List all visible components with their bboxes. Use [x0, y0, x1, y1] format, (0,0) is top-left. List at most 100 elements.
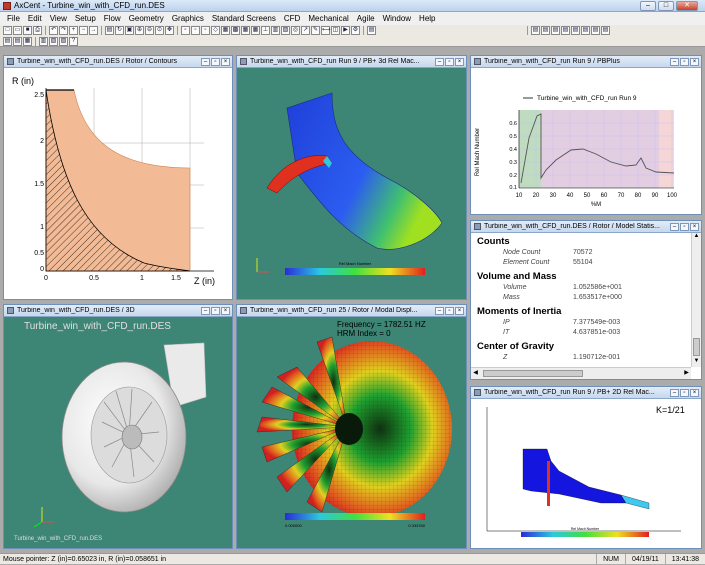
color-map-icon[interactable]: ▨	[281, 26, 290, 35]
undo-icon[interactable]: ↶	[49, 26, 58, 35]
scroll-thumb[interactable]	[693, 338, 700, 356]
section-icon[interactable]: ◫	[331, 26, 340, 35]
save-icon[interactable]: ■	[23, 26, 32, 35]
view-top-icon[interactable]: ▫	[201, 26, 210, 35]
restore-icon[interactable]: ▫	[445, 57, 454, 66]
arrange-icon[interactable]: ▨	[59, 36, 68, 46]
select-icon[interactable]: ▣	[125, 26, 134, 35]
window-layout-7-icon[interactable]: ▤	[591, 26, 600, 35]
contours-window[interactable]: Turbine_win_with_CFD_run.DES / Rotor / C…	[3, 55, 233, 300]
restore-icon[interactable]: ▫	[680, 222, 689, 231]
window-titlebar[interactable]: Turbine_win_with_CFD_run 25 / Rotor / Mo…	[237, 305, 466, 317]
menu-help[interactable]: Help	[415, 14, 439, 23]
rel-mach-3d-window[interactable]: Turbine_win_with_CFD_run Run 9 / PB+ 3d …	[236, 55, 467, 300]
scroll-up-icon[interactable]: ▲	[692, 233, 701, 242]
window-layout-5-icon[interactable]: ▤	[571, 26, 580, 35]
open-folder-icon[interactable]: ▭	[13, 26, 22, 35]
minimize-icon[interactable]: –	[201, 57, 210, 66]
arrow-right-icon[interactable]: →	[89, 26, 98, 35]
output-icon[interactable]: ▤	[13, 36, 22, 46]
restore-icon[interactable]: ▫	[680, 388, 689, 397]
window-layout-6-icon[interactable]: ▤	[581, 26, 590, 35]
menu-standard-screens[interactable]: Standard Screens	[208, 14, 280, 23]
scroll-right-icon[interactable]: ▶	[682, 368, 691, 379]
vertical-scrollbar[interactable]: ▲ ▼	[691, 233, 701, 367]
pbplus-window[interactable]: Turbine_win_with_CFD_run Run 9 / PBPlus –…	[470, 55, 702, 215]
window-titlebar[interactable]: Turbine_win_with_CFD_run.DES / Rotor / M…	[471, 221, 701, 233]
settings-icon[interactable]: ⚙	[351, 26, 360, 35]
axes-icon[interactable]: ⊥	[261, 26, 270, 35]
restore-icon[interactable]: ▫	[680, 57, 689, 66]
close-icon[interactable]: ×	[690, 222, 699, 231]
menu-window[interactable]: Window	[379, 14, 415, 23]
tile-icon[interactable]: ▥	[39, 36, 48, 46]
add-icon[interactable]: +	[69, 26, 78, 35]
window-titlebar[interactable]: Turbine_win_with_CFD_run Run 9 / PB+ 3d …	[237, 56, 466, 68]
tree-view-icon[interactable]: ▤	[3, 36, 12, 46]
view-iso-icon[interactable]: ◇	[211, 26, 220, 35]
minimize-icon[interactable]: –	[670, 222, 679, 231]
zoom-out-icon[interactable]: ⊖	[145, 26, 154, 35]
shaded-icon[interactable]: ▩	[231, 26, 240, 35]
close-icon[interactable]: ×	[690, 388, 699, 397]
measure-icon[interactable]: ⟷	[321, 26, 331, 35]
minimize-icon[interactable]: –	[670, 57, 679, 66]
menu-setup[interactable]: Setup	[71, 14, 100, 23]
scroll-left-icon[interactable]: ◀	[471, 368, 480, 379]
zoom-fit-icon[interactable]: ⊙	[155, 26, 164, 35]
export-image-icon[interactable]: ▤	[367, 26, 376, 35]
menu-edit[interactable]: Edit	[24, 14, 46, 23]
menu-flow[interactable]: Flow	[100, 14, 125, 23]
window-titlebar[interactable]: Turbine_win_with_CFD_run Run 9 / PB+ 2D …	[471, 387, 701, 399]
chart-icon[interactable]: ▤	[105, 26, 114, 35]
view-front-icon[interactable]: ▫	[181, 26, 190, 35]
model-statistics-window[interactable]: Turbine_win_with_CFD_run.DES / Rotor / M…	[470, 220, 702, 380]
menu-agile[interactable]: Agile	[353, 14, 379, 23]
view-3d-window[interactable]: Turbine_win_with_CFD_run.DES / 3D – ▫ × Tur…	[3, 304, 233, 549]
vector-icon[interactable]: ↗	[301, 26, 310, 35]
window-titlebar[interactable]: Turbine_win_with_CFD_run.DES / 3D – ▫ ×	[4, 305, 232, 317]
restore-icon[interactable]: ▫	[211, 306, 220, 315]
minimize-icon[interactable]: –	[670, 388, 679, 397]
redo-icon[interactable]: ↷	[59, 26, 68, 35]
close-icon[interactable]: ×	[690, 57, 699, 66]
horizontal-scrollbar[interactable]: ◀ ▶	[471, 367, 691, 379]
new-file-icon[interactable]: □	[3, 26, 12, 35]
close-icon[interactable]: ×	[455, 57, 464, 66]
minimize-button[interactable]: –	[640, 1, 656, 11]
menu-view[interactable]: View	[46, 14, 71, 23]
menu-geometry[interactable]: Geometry	[125, 14, 168, 23]
animate-icon[interactable]: ▶	[341, 26, 350, 35]
minimize-icon[interactable]: –	[435, 57, 444, 66]
scroll-down-icon[interactable]: ▼	[692, 358, 701, 367]
legend-icon[interactable]: ▥	[271, 26, 280, 35]
help-icon[interactable]: ?	[69, 36, 78, 46]
window-titlebar[interactable]: Turbine_win_with_CFD_run.DES / Rotor / C…	[4, 56, 232, 68]
wireframe-icon[interactable]: ▦	[221, 26, 230, 35]
maximize-button[interactable]: □	[658, 1, 674, 11]
print-icon[interactable]: ⎙	[33, 26, 42, 35]
modal-displacement-window[interactable]: Turbine_win_with_CFD_run 25 / Rotor / Mo…	[236, 304, 467, 549]
remove-icon[interactable]: −	[79, 26, 88, 35]
menu-file[interactable]: File	[3, 14, 24, 23]
restore-icon[interactable]: ▫	[445, 306, 454, 315]
minimize-icon[interactable]: –	[201, 306, 210, 315]
pan-icon[interactable]: ✥	[165, 26, 174, 35]
scroll-thumb[interactable]	[483, 370, 583, 377]
contour-icon[interactable]: ◎	[291, 26, 300, 35]
close-icon[interactable]: ×	[221, 306, 230, 315]
close-icon[interactable]: ×	[455, 306, 464, 315]
zoom-in-icon[interactable]: ⊕	[135, 26, 144, 35]
rel-mach-2d-window[interactable]: Turbine_win_with_CFD_run Run 9 / PB+ 2D …	[470, 386, 702, 549]
window-layout-3-icon[interactable]: ▤	[551, 26, 560, 35]
menu-graphics[interactable]: Graphics	[168, 14, 208, 23]
grid-icon[interactable]: ▦	[251, 26, 260, 35]
rotate-icon[interactable]: ↻	[115, 26, 124, 35]
close-icon[interactable]: ×	[221, 57, 230, 66]
mesh-icon[interactable]: ▦	[241, 26, 250, 35]
cascade-icon[interactable]: ▧	[49, 36, 58, 46]
window-layout-2-icon[interactable]: ▤	[541, 26, 550, 35]
table-icon[interactable]: ▦	[23, 36, 32, 46]
probe-icon[interactable]: ✎	[311, 26, 320, 35]
view-side-icon[interactable]: ▫	[191, 26, 200, 35]
